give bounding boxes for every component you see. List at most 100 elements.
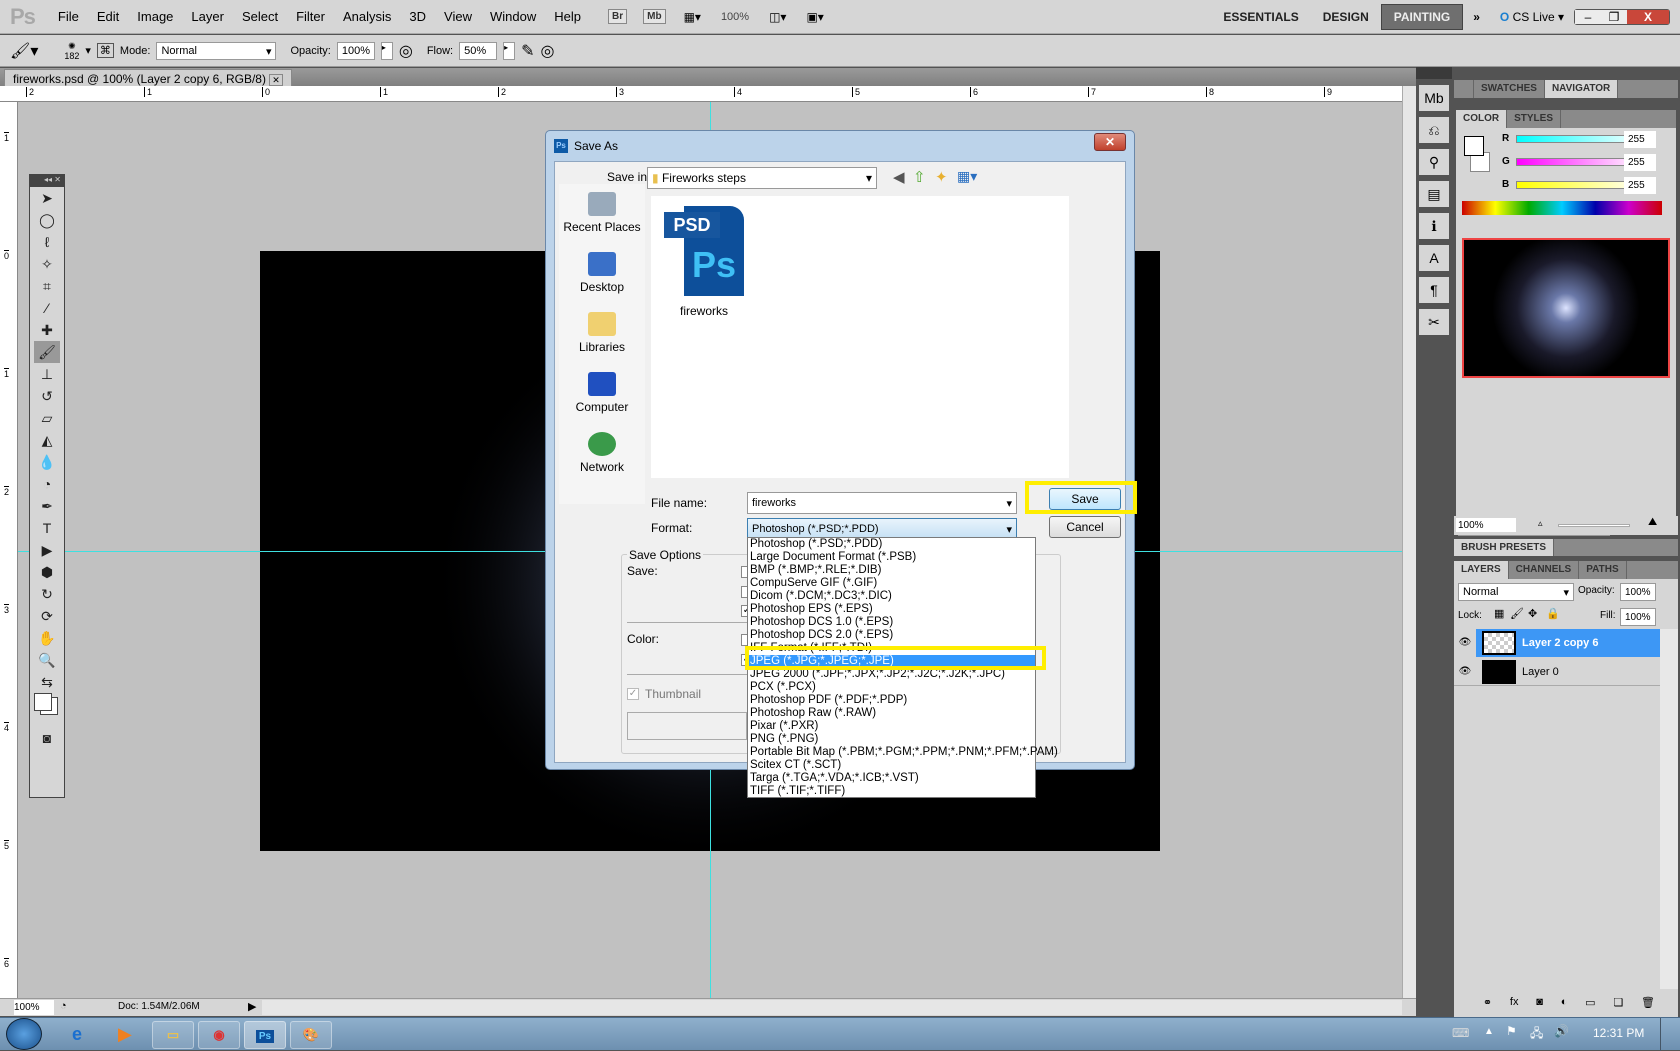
zoom-in-icon[interactable]: ⛰	[1648, 516, 1657, 529]
eraser-tool-icon[interactable]: ▱	[34, 407, 60, 429]
photoshop-taskbar-button[interactable]: Ps	[244, 1021, 286, 1049]
place-libraries[interactable]: Libraries	[559, 312, 645, 364]
lock-all-icon[interactable]: 🔒	[1546, 607, 1560, 620]
new-layer-icon[interactable]: ❏	[1613, 996, 1623, 1009]
brush-size-picker[interactable]: ✺ 182	[64, 41, 79, 61]
new-folder-icon[interactable]: ✦	[935, 168, 948, 186]
lock-transparency-icon[interactable]: ▦	[1494, 607, 1504, 620]
format-option[interactable]: CompuServe GIF (*.GIF)	[748, 577, 1035, 590]
explorer-taskbar-button[interactable]: ▭	[152, 1021, 194, 1049]
mode-select[interactable]: Normal ▾	[156, 41, 277, 60]
hand-tool-icon[interactable]: ✋	[34, 627, 60, 649]
workspace-essentials[interactable]: ESSENTIALS	[1211, 5, 1310, 29]
shape-tool-icon[interactable]: ⬢	[34, 561, 60, 583]
show-hidden-icons[interactable]: ▲	[1484, 1026, 1494, 1037]
tab-navigator[interactable]: NAVIGATOR	[1544, 80, 1619, 98]
network-status-icon[interactable]: 🖧	[1530, 1024, 1543, 1045]
brush-tool-preset-icon[interactable]: 🖌▾	[10, 41, 38, 61]
workspace-design[interactable]: DESIGN	[1311, 5, 1381, 29]
document-tab[interactable]: fireworks.psd @ 100% (Layer 2 copy 6, RG…	[4, 69, 292, 86]
tab-brush-presets[interactable]: BRUSH PRESETS	[1454, 539, 1555, 556]
show-desktop-button[interactable]	[1660, 1018, 1680, 1051]
place-desktop[interactable]: Desktop	[559, 252, 645, 304]
menu-window[interactable]: Window	[481, 9, 545, 24]
delete-layer-icon[interactable]: 🗑	[1641, 996, 1655, 1009]
menu-edit[interactable]: Edit	[88, 9, 128, 24]
new-group-icon[interactable]: ▭	[1585, 996, 1595, 1009]
tool-presets-panel-icon[interactable]: ✂	[1419, 309, 1449, 335]
pen-tool-icon[interactable]: ✒	[34, 495, 60, 517]
format-option[interactable]: Pixar (*.PXR)	[748, 720, 1035, 733]
paint-taskbar-button[interactable]: 🎨	[290, 1021, 332, 1049]
eyedropper-tool-icon[interactable]: ⁄	[34, 297, 60, 319]
foreground-color-swatch[interactable]	[1464, 136, 1484, 156]
file-name-input[interactable]: fireworks ▾	[747, 492, 1017, 514]
green-value-input[interactable]	[1624, 154, 1656, 171]
menu-view[interactable]: View	[435, 9, 481, 24]
tab-swatches[interactable]: SWATCHES	[1474, 80, 1545, 98]
character-panel-icon[interactable]: A	[1419, 245, 1449, 271]
lasso-tool-icon[interactable]: ℓ	[34, 231, 60, 253]
format-option[interactable]: Targa (*.TGA;*.VDA;*.ICB;*.VST)	[748, 772, 1035, 785]
brush-tool-icon[interactable]: 🖌	[34, 341, 60, 363]
brush-picker-chevron-icon[interactable]: ▾	[85, 44, 91, 57]
format-option[interactable]: Scitex CT (*.SCT)	[748, 759, 1035, 772]
format-option[interactable]: BMP (*.BMP;*.RLE;*.DIB)	[748, 564, 1035, 577]
flow-input[interactable]	[459, 41, 498, 60]
clone-source-panel-icon[interactable]: ⚲	[1419, 149, 1449, 175]
cs-live-button[interactable]: O CS Live ▾	[1500, 10, 1564, 24]
menu-select[interactable]: Select	[233, 9, 287, 24]
red-value-input[interactable]	[1624, 131, 1656, 148]
tab-paths[interactable]: PATHS	[1579, 561, 1627, 579]
screen-mode-icon[interactable]: ▣▾	[806, 10, 823, 24]
view-extras-icon[interactable]: ▦▾	[684, 10, 701, 24]
restore-icon[interactable]: ❐	[1601, 9, 1627, 24]
format-option[interactable]: PCX (*.PCX)	[748, 681, 1035, 694]
horizontal-scrollbar[interactable]	[262, 1000, 1402, 1015]
3d-orbit-tool-icon[interactable]: ⟳	[34, 605, 60, 627]
layer-row[interactable]: 👁 Layer 0	[1454, 658, 1660, 686]
close-document-icon[interactable]: ✕	[269, 74, 283, 86]
layer-style-icon[interactable]: fx	[1510, 996, 1519, 1009]
type-tool-icon[interactable]: T	[34, 517, 60, 539]
tablet-pressure-opacity-icon[interactable]: ◎	[399, 41, 413, 61]
visibility-eye-icon[interactable]: 👁	[1454, 666, 1476, 677]
quick-mask-icon[interactable]: ◙	[34, 727, 60, 749]
up-folder-icon[interactable]: ⇧	[913, 168, 926, 186]
tab-layers[interactable]: LAYERS	[1454, 561, 1509, 579]
format-option[interactable]: TIFF (*.TIF;*.TIFF)	[748, 785, 1035, 798]
place-recent-places[interactable]: Recent Places	[559, 192, 645, 244]
minimize-icon[interactable]: –	[1575, 9, 1601, 24]
paint-bucket-tool-icon[interactable]: ◭	[34, 429, 60, 451]
layer-name[interactable]: Layer 2 copy 6	[1522, 637, 1598, 649]
dodge-tool-icon[interactable]: ◔	[34, 473, 60, 495]
blend-mode-select[interactable]: Normal ▾	[1458, 583, 1574, 601]
cancel-button[interactable]: Cancel	[1049, 516, 1121, 538]
fill-input[interactable]	[1620, 608, 1656, 626]
opacity-input[interactable]	[336, 41, 375, 60]
link-layers-icon[interactable]: ⚭	[1483, 996, 1492, 1009]
format-option[interactable]: Photoshop Raw (*.RAW)	[748, 707, 1035, 720]
start-button[interactable]	[6, 1018, 42, 1050]
view-menu-icon[interactable]: ▦▾	[957, 168, 977, 185]
action-center-flag-icon[interactable]: ⚑	[1506, 1024, 1517, 1038]
quick-selection-tool-icon[interactable]: ✧	[34, 253, 60, 275]
format-option[interactable]: Photoshop EPS (*.EPS)	[748, 603, 1035, 616]
tab-channels[interactable]: CHANNELS	[1509, 561, 1580, 579]
move-tool-icon[interactable]: ➤	[34, 187, 60, 209]
close-icon[interactable]: X	[1627, 9, 1669, 24]
menu-filter[interactable]: Filter	[287, 9, 334, 24]
volume-icon[interactable]: 🔊	[1554, 1024, 1569, 1038]
menu-analysis[interactable]: Analysis	[334, 9, 400, 24]
marquee-tool-icon[interactable]: ◯	[34, 209, 60, 231]
zoom-level-dropdown[interactable]: 100%	[721, 11, 749, 23]
blue-value-input[interactable]	[1624, 177, 1656, 194]
format-option[interactable]: PNG (*.PNG)	[748, 733, 1035, 746]
format-option[interactable]: Photoshop (*.PSD;*.PDD)	[748, 538, 1035, 551]
histogram-panel-icon[interactable]: ▤	[1419, 181, 1449, 207]
clock[interactable]: 12:31 PM	[1593, 1026, 1644, 1040]
default-colors-icon[interactable]: ⇆	[34, 671, 60, 693]
tablet-pressure-size-icon[interactable]: ◎	[541, 41, 555, 61]
lock-position-icon[interactable]: ✥	[1528, 607, 1537, 620]
mini-bridge-panel-icon[interactable]: Mb	[1419, 85, 1449, 111]
